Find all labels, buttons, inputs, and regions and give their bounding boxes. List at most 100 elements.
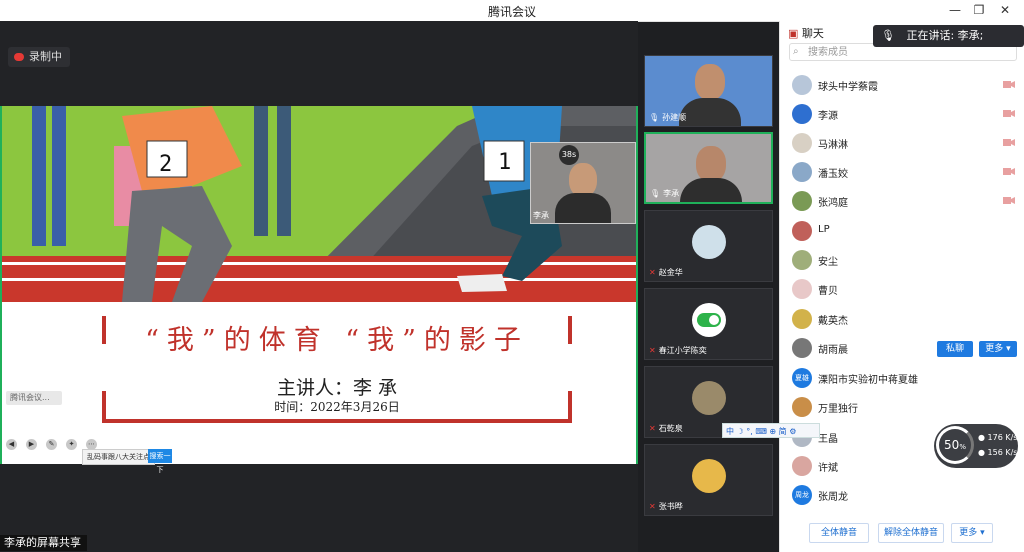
member-name: 许斌 (818, 463, 838, 474)
avatar (692, 459, 726, 493)
member-name: 张周龙 (818, 492, 848, 503)
avatar (792, 338, 812, 358)
mic-muted-icon: ✕ (649, 346, 656, 355)
member-panel: ▣ 聊天 搜索成员 ⌕ 球头中学蔡霞 李源 马淋淋 潘玉姣 张鸿庭 LP 安尘 … (779, 21, 1024, 552)
close-icon[interactable]: ✕ (996, 1, 1014, 19)
mic-muted-icon: ✕ (649, 502, 656, 511)
upload-rate: ● 176 K/s (978, 433, 1018, 442)
member-name: 安尘 (818, 257, 838, 268)
bib-number-1: 1 (498, 150, 512, 175)
speaking-indicator: 🎙 正在讲话: 李承; (873, 25, 1024, 47)
title-bar: 腾讯会议 — ❐ ✕ (0, 0, 1024, 22)
member-row[interactable]: 马淋淋 (792, 133, 1017, 155)
avatar (792, 133, 812, 153)
laser-icon[interactable]: ✦ (66, 439, 77, 450)
video-tile[interactable]: ✕ 赵金华 (644, 210, 773, 282)
unmute-all-button[interactable]: 解除全体静音 (878, 523, 944, 543)
member-row[interactable]: 李源 (792, 104, 1017, 126)
cloud-record-icon (14, 53, 24, 61)
avatar (692, 225, 726, 259)
tile-name: 🎙 孙建顺 (649, 113, 687, 122)
person-body (679, 98, 741, 126)
mute-all-button[interactable]: 全体静音 (809, 523, 869, 543)
video-tile-active[interactable]: 🎙 李承 (644, 132, 773, 204)
avatar (792, 191, 812, 211)
tile-name: ✕ 赵金华 (649, 268, 683, 277)
window-title: 腾讯会议 (487, 5, 536, 19)
camera-off-icon (1003, 139, 1015, 146)
recording-badge[interactable]: 录制中 (8, 47, 70, 67)
member-row[interactable]: 曹贝 (792, 279, 1017, 301)
pen-icon[interactable]: ✎ (46, 439, 57, 450)
private-chat-button[interactable]: 私聊 (937, 341, 973, 357)
member-name: 戴英杰 (818, 316, 848, 327)
person-face (569, 163, 597, 197)
mic-muted-icon: ✕ (649, 268, 656, 277)
network-monitor[interactable]: 50% ● 176 K/s ● 156 K/s (934, 424, 1018, 468)
person-face (696, 146, 726, 182)
next-icon[interactable]: ▶ (26, 439, 37, 450)
mini-share-bar[interactable]: 腾讯会议... (6, 391, 62, 405)
video-tile[interactable]: ✕ 春江小学陈奕 (644, 288, 773, 360)
member-row[interactable]: LP (792, 221, 1017, 243)
tile-name: ✕ 石乾泉 (649, 424, 683, 433)
search-icon: ⌕ (793, 46, 799, 57)
avatar (792, 221, 812, 241)
more-button[interactable]: 更多 ▾ (979, 341, 1017, 357)
mic-muted-icon: ✕ (649, 424, 656, 433)
pip-name: 李承 (533, 211, 549, 220)
recording-label: 录制中 (29, 50, 62, 63)
member-name: 曹贝 (818, 286, 838, 297)
mic-icon: 🎙 (881, 29, 895, 42)
mic-icon: 🎙 (650, 189, 661, 198)
member-row[interactable]: 球头中学蔡霞 (792, 75, 1017, 97)
member-name: 王晶 (818, 434, 838, 445)
screen-share-label: 李承的屏幕共享 (0, 535, 87, 551)
more-footer-button[interactable]: 更多 ▾ (951, 523, 993, 543)
restore-icon[interactable]: ❐ (970, 1, 988, 19)
pip-timer: 38s (559, 145, 579, 165)
video-tile[interactable]: ✕ 张书晔 (644, 444, 773, 516)
member-row[interactable]: 安尘 (792, 250, 1017, 272)
chat-icon: ▣ (788, 27, 799, 40)
member-row[interactable]: 周龙 张周龙 (792, 485, 1017, 507)
ime-toolbar[interactable]: 中 ☽ °, ⌨ ⊕ 简 ⚙ (722, 423, 820, 438)
member-name: 球头中学蔡霞 (818, 82, 878, 93)
camera-off-icon (1003, 197, 1015, 204)
mic-icon: 🎙 (649, 113, 660, 122)
ime-suggestion[interactable]: 乱码事跟八大关注点 (82, 449, 155, 465)
avatar: 周龙 (792, 485, 812, 505)
avatar (792, 250, 812, 270)
minimize-icon[interactable]: — (946, 1, 964, 19)
member-row[interactable]: 夏雄 溧阳市实验初中蒋夏雄 (792, 368, 1017, 390)
member-name: 潘玉姣 (818, 169, 848, 180)
member-row[interactable]: 张鸿庭 (792, 191, 1017, 213)
member-row[interactable]: 戴英杰 (792, 309, 1017, 331)
avatar (792, 75, 812, 95)
prev-icon[interactable]: ◀ (6, 439, 17, 450)
title-bracket-left (102, 316, 106, 344)
cpu-ring: 50% (936, 426, 974, 464)
member-name: 李源 (818, 111, 838, 122)
avatar: 夏雄 (792, 368, 812, 388)
member-name: 张鸿庭 (818, 198, 848, 209)
camera-off-icon (1003, 81, 1015, 88)
member-row[interactable]: 潘玉姣 (792, 162, 1017, 184)
avatar (792, 104, 812, 124)
member-row[interactable]: 万里独行 (792, 397, 1017, 419)
avatar (692, 381, 726, 415)
chat-header[interactable]: ▣ 聊天 (788, 25, 824, 41)
member-name: 马淋淋 (818, 140, 848, 151)
camera-off-icon (1003, 110, 1015, 117)
main-stage: 录制中 “我”的体育 “我”的影子 主讲人：李 承 时间：2022年3月26日 … (0, 21, 638, 552)
presenter-pip-video: 38s 李承 (530, 142, 636, 224)
avatar (792, 456, 812, 476)
member-name: 溧阳市实验初中蒋夏雄 (818, 375, 918, 386)
tile-name: ✕ 春江小学陈奕 (649, 346, 707, 355)
ime-search-button[interactable]: 搜索一下 (148, 449, 172, 474)
video-tile[interactable]: 🎙 孙建顺 (644, 55, 773, 127)
download-rate: ● 156 K/s (978, 448, 1018, 457)
person-face (695, 64, 725, 100)
avatar (792, 279, 812, 299)
member-name: LP (818, 224, 830, 235)
